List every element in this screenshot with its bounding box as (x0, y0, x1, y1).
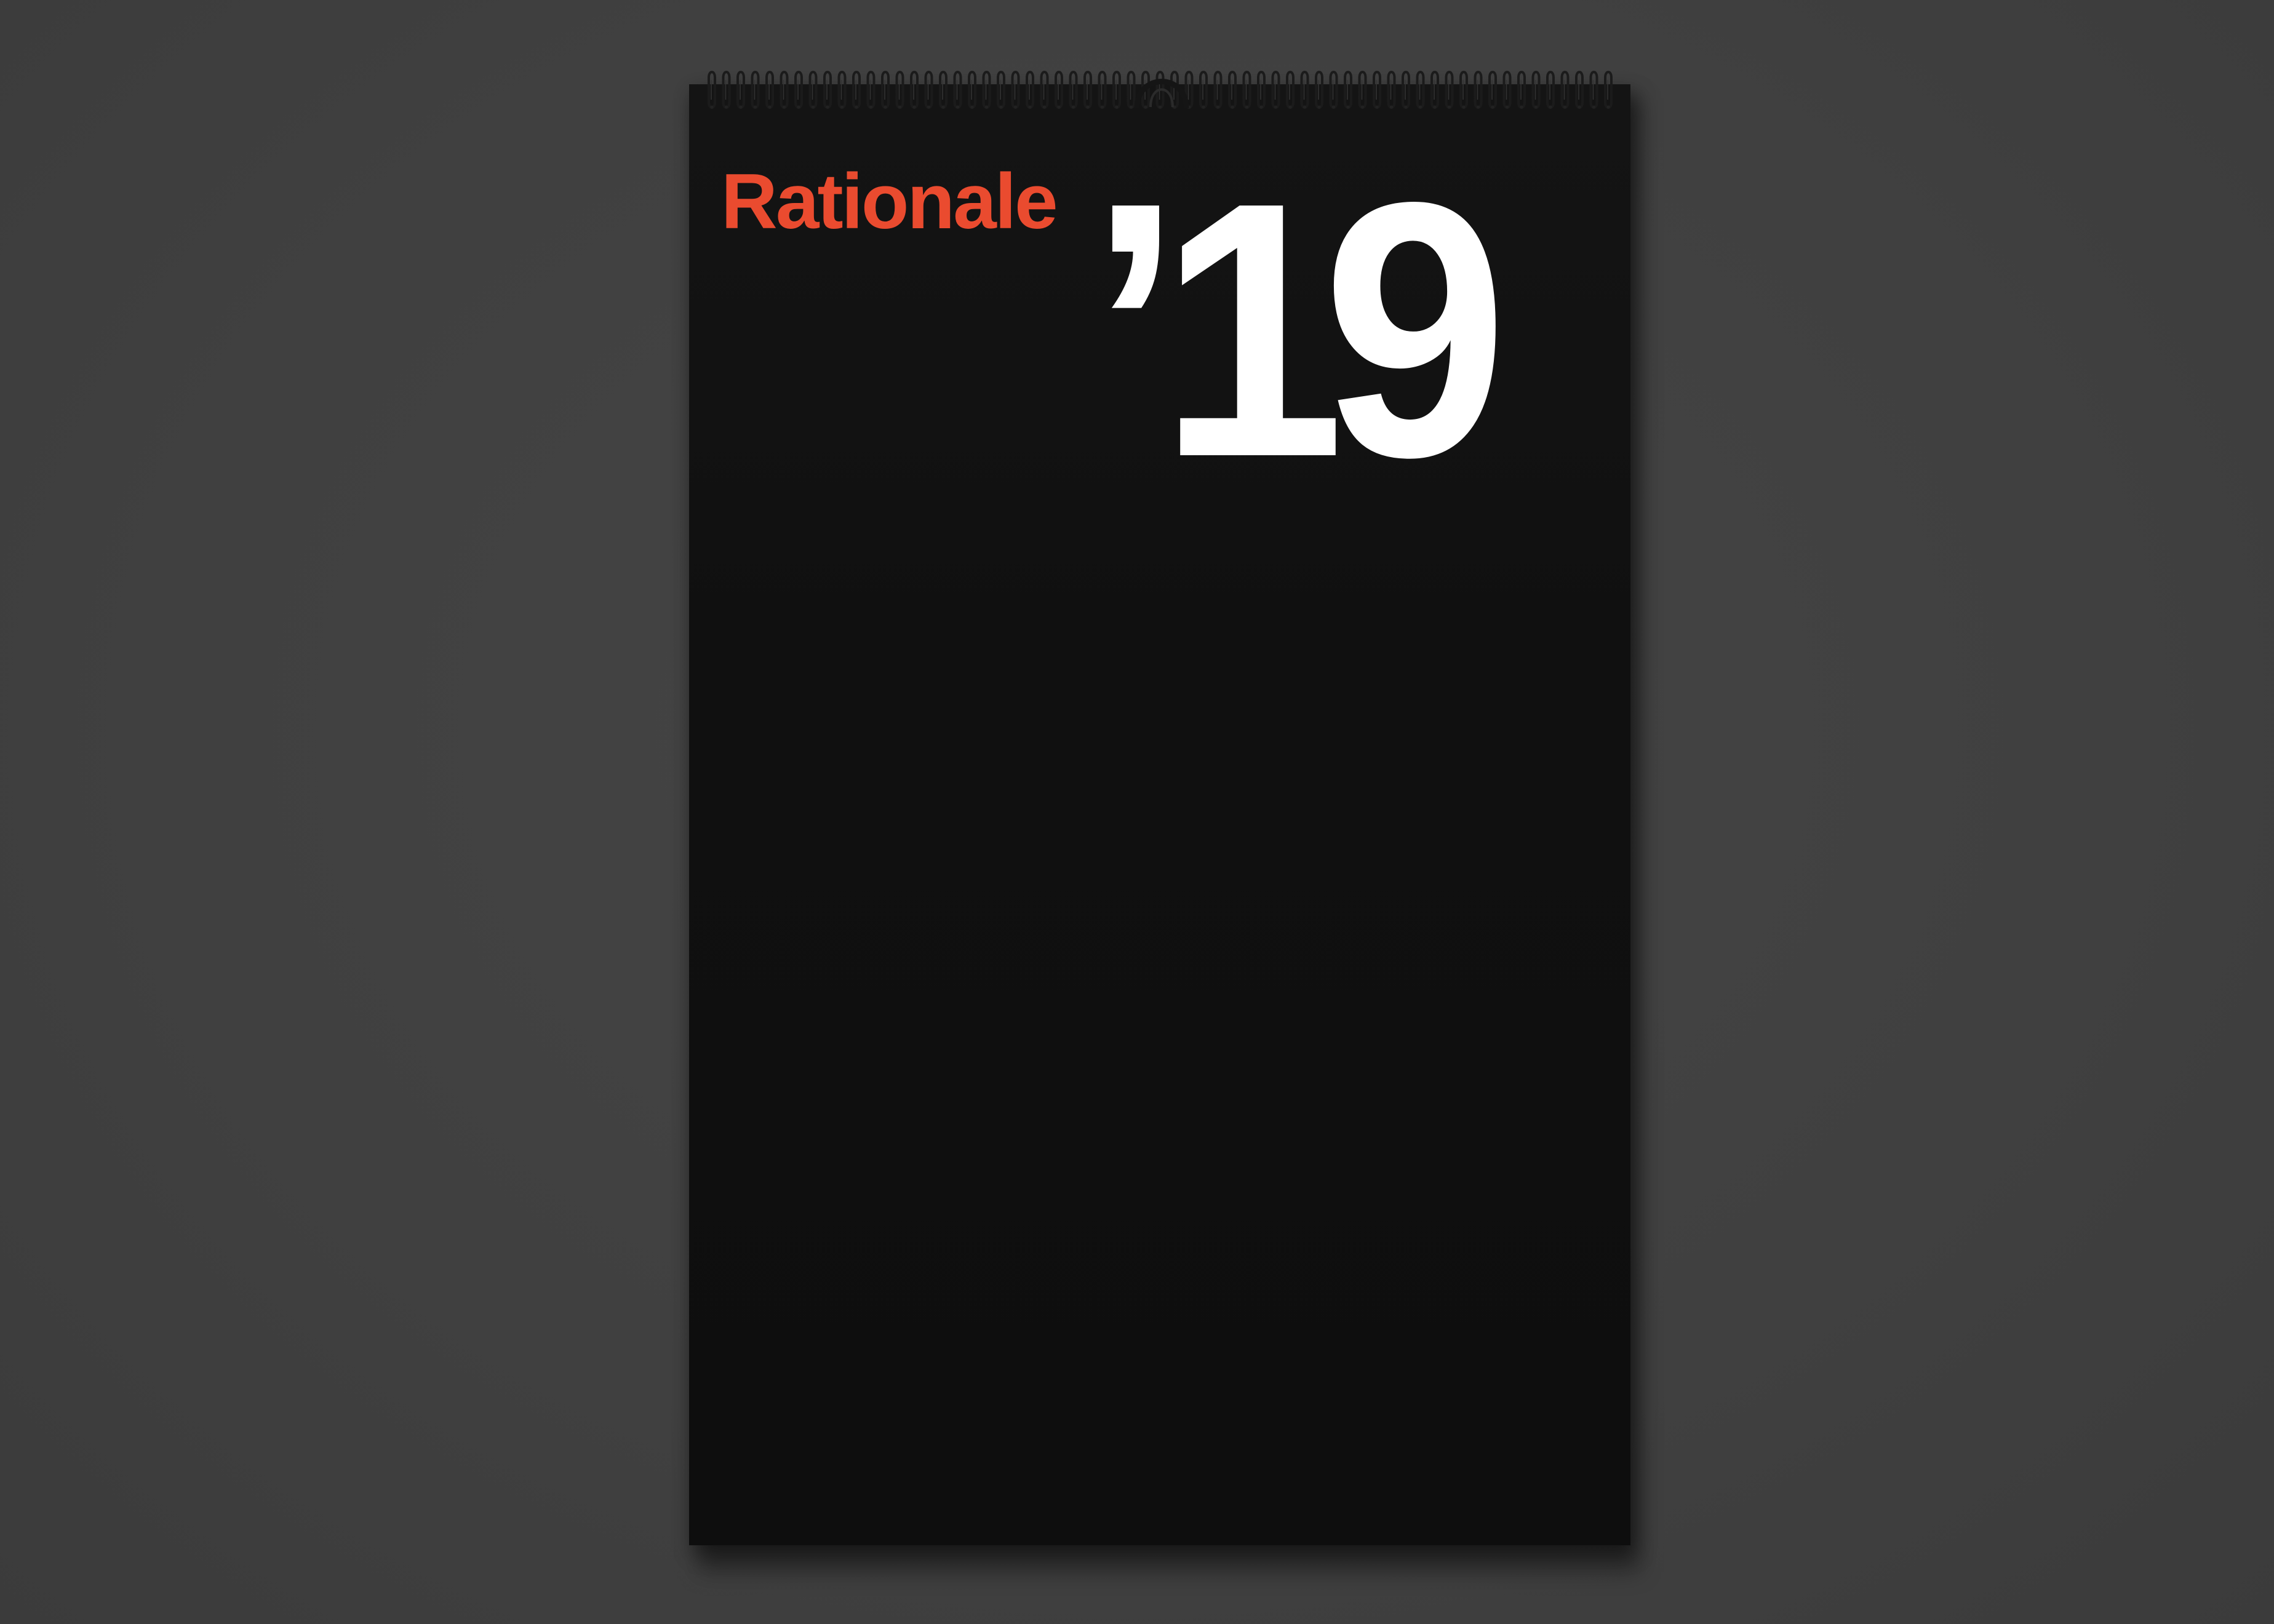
product-photo-scene: Rationale ’19 (0, 0, 2274, 1624)
year-label: ’19 (1089, 127, 1508, 533)
brand-wordmark: Rationale (721, 157, 1058, 245)
spiral-binding-icon (706, 66, 1617, 116)
